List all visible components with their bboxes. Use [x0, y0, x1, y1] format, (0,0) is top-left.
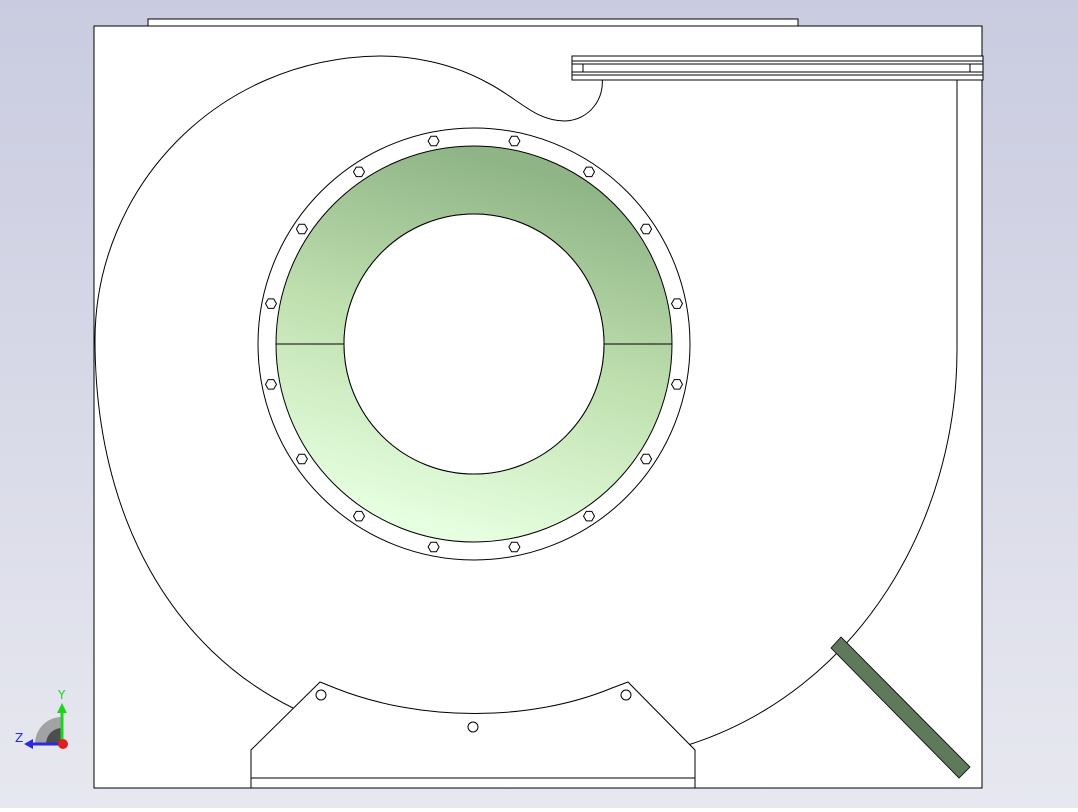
- flange-bolt-hole: [295, 453, 308, 465]
- flange-bolt-hole: [508, 135, 521, 147]
- flange-bolt-hole: [427, 541, 440, 553]
- flange-bolt-hole: [582, 166, 596, 178]
- inlet-opening[interactable]: [343, 213, 605, 475]
- flange-bolt-hole: [295, 223, 308, 235]
- flange-bolt-hole: [640, 453, 653, 465]
- flange-bolt-hole: [427, 135, 440, 147]
- base-hole-left: [315, 689, 327, 701]
- flange-bolt-hole: [352, 166, 366, 178]
- outlet-flange[interactable]: [571, 55, 984, 81]
- flange-bolt-hole: [670, 379, 684, 390]
- flange-bolt-hole: [640, 223, 653, 235]
- flange-bolt-hole: [582, 510, 596, 522]
- base-hole-right: [620, 689, 632, 701]
- z-axis-label: Z: [15, 731, 24, 745]
- flange-bolt-hole: [352, 510, 366, 522]
- x-axis-point: [58, 739, 68, 749]
- y-axis-label: Y: [58, 688, 66, 702]
- flange-bolt-hole: [508, 541, 521, 553]
- flange-bolt-hole: [670, 298, 684, 309]
- top-cap-strip[interactable]: [147, 18, 799, 27]
- flange-bolt-hole: [264, 298, 278, 309]
- base-hole-center: [467, 721, 479, 733]
- flange-bolt-hole: [264, 379, 278, 390]
- fan-housing-drawing[interactable]: [0, 0, 1078, 808]
- cad-viewport[interactable]: Y Z: [0, 0, 1078, 808]
